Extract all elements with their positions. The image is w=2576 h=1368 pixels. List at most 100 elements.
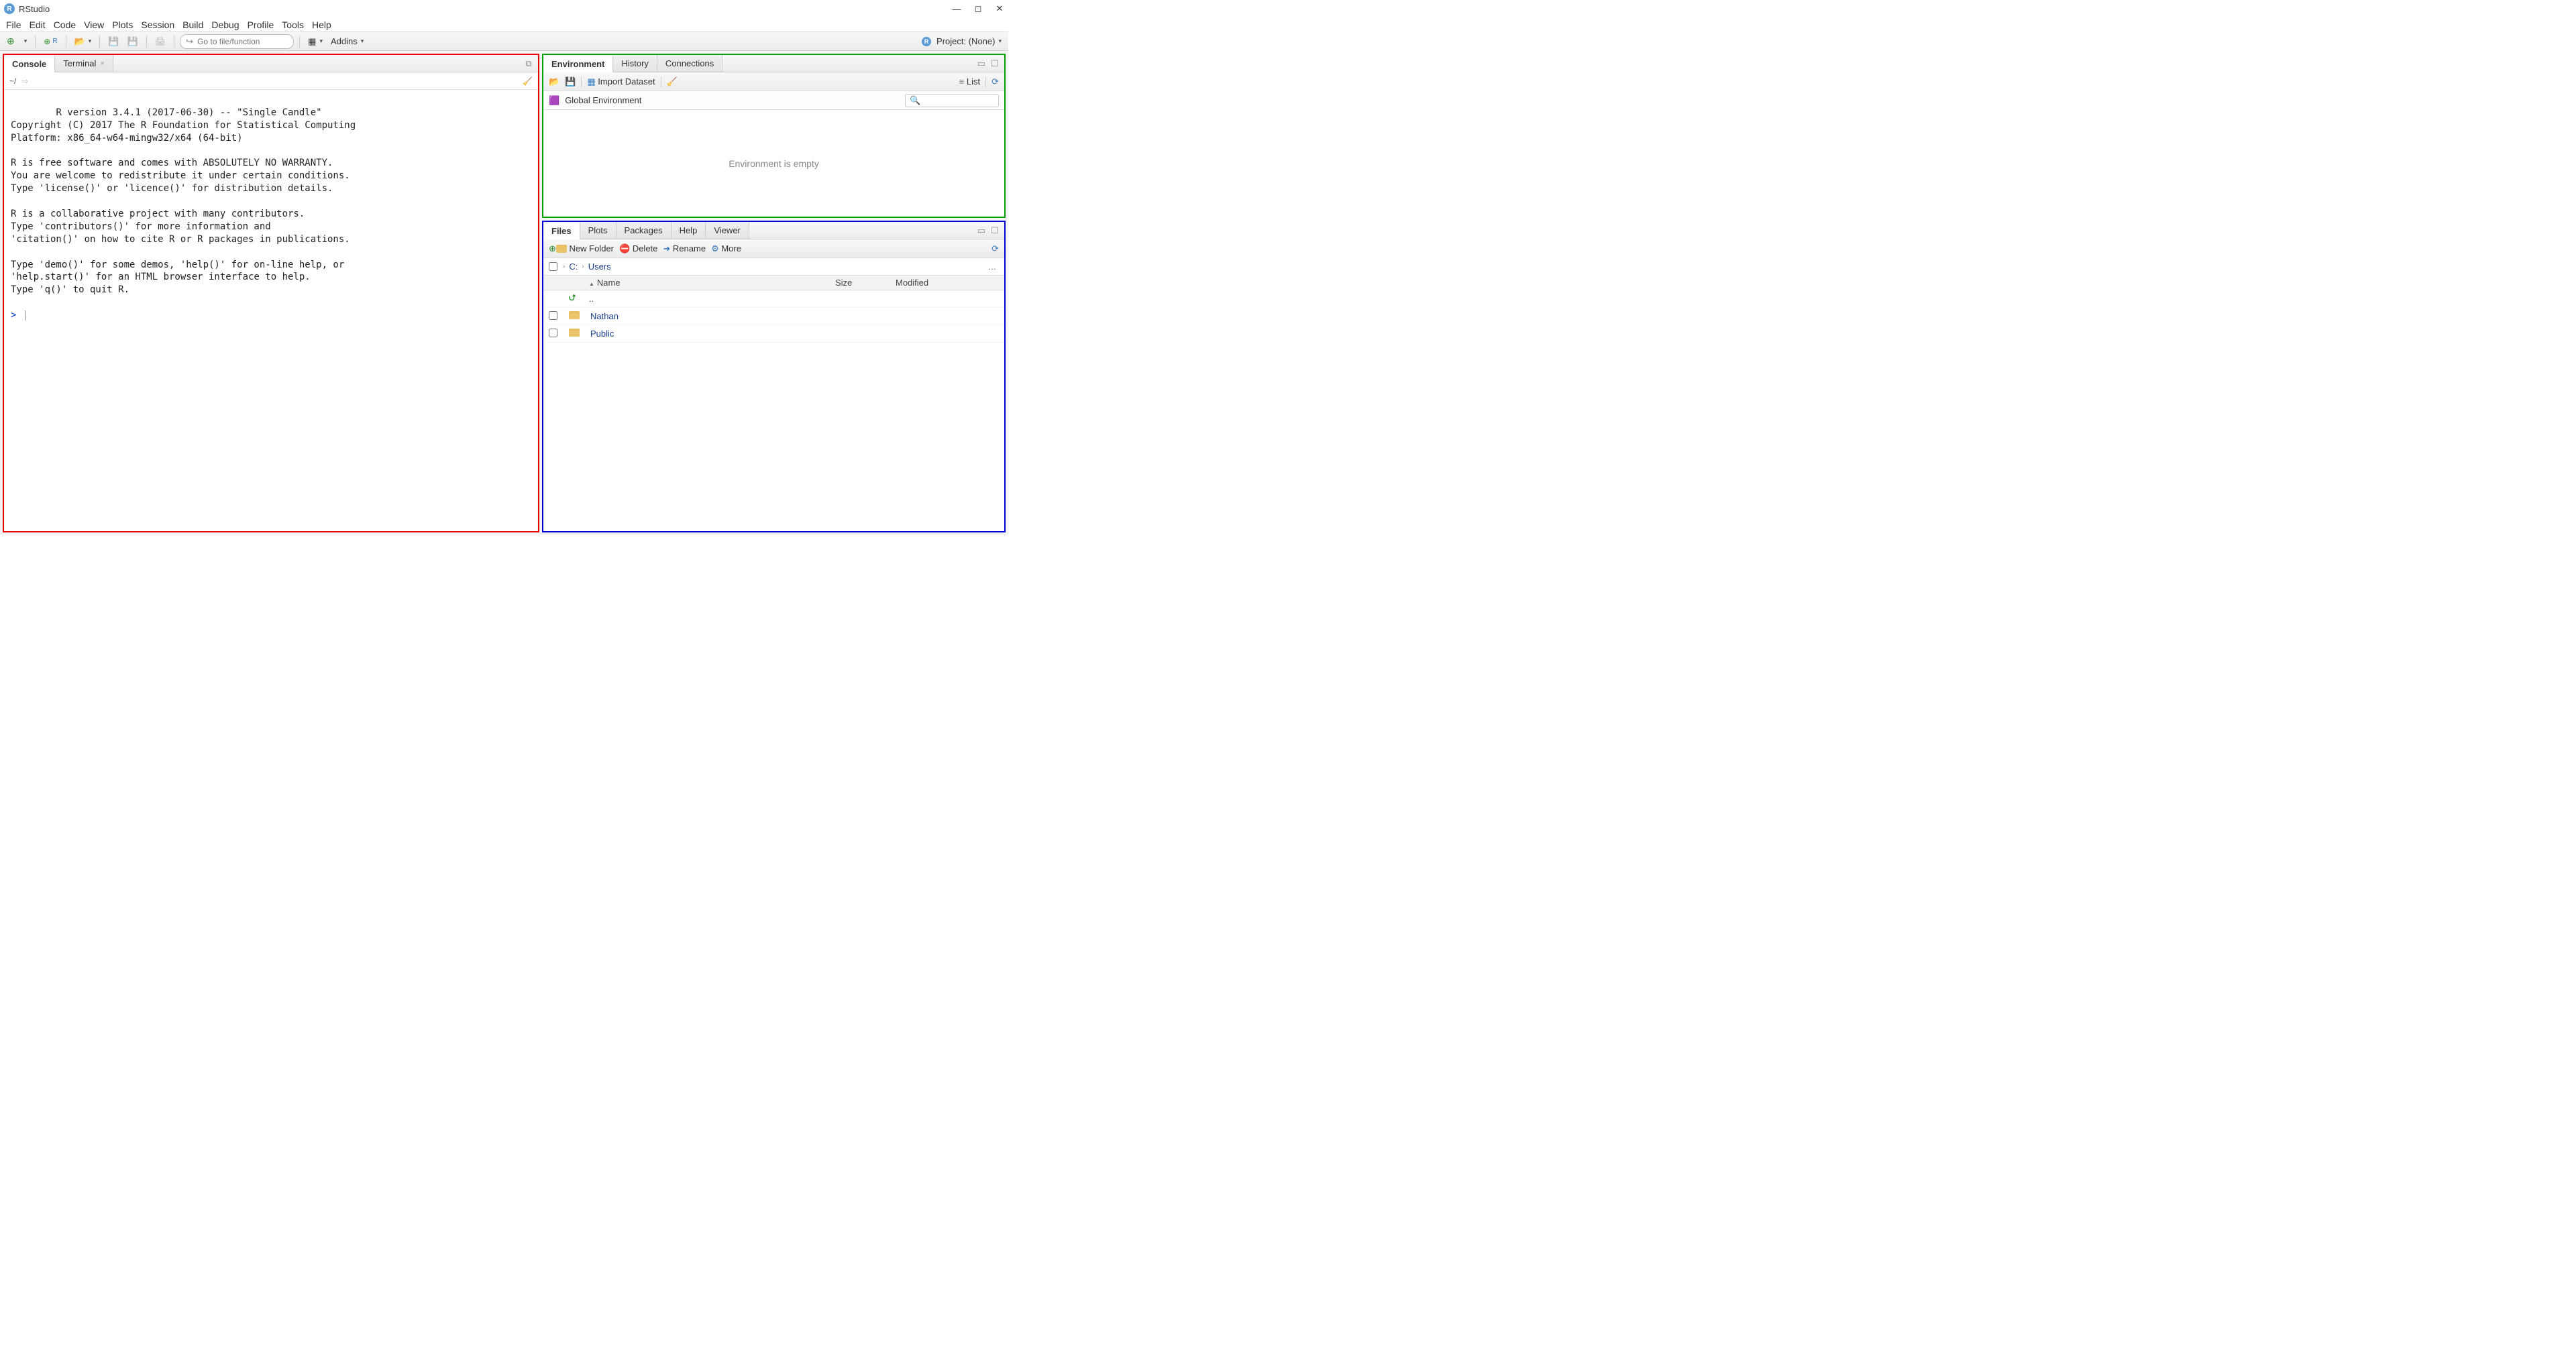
- environment-search-input[interactable]: [920, 96, 994, 105]
- breadcrumb-root[interactable]: C:: [569, 262, 578, 272]
- goto-file-function[interactable]: ↪: [180, 34, 294, 49]
- rename-label: Rename: [673, 243, 706, 253]
- save-all-button[interactable]: 💾: [124, 35, 140, 48]
- environment-scope-bar: 🟪 Global Environment 🔍: [543, 91, 1004, 110]
- save-workspace-icon[interactable]: 💾: [565, 76, 576, 87]
- files-toolbar: ⊕ New Folder ⛔ Delete ➜ Rename ⚙ More ⟳: [543, 239, 1004, 258]
- breadcrumb-item[interactable]: Users: [588, 262, 611, 272]
- environment-scope[interactable]: Global Environment: [565, 95, 641, 105]
- files-up-row[interactable]: ⮍ ..: [543, 290, 1004, 308]
- console-output[interactable]: R version 3.4.1 (2017-06-30) -- "Single …: [4, 90, 538, 531]
- row-checkbox[interactable]: [549, 329, 557, 337]
- refresh-files-icon[interactable]: ⟳: [991, 243, 999, 254]
- import-dataset-button[interactable]: ▦ Import Dataset: [587, 76, 655, 87]
- tab-history[interactable]: History: [613, 55, 657, 72]
- clear-console-icon[interactable]: 🧹: [523, 76, 533, 86]
- more-button[interactable]: ⚙ More: [711, 243, 741, 254]
- goto-input[interactable]: [197, 37, 288, 46]
- addins-button[interactable]: Addins: [328, 35, 366, 48]
- tab-plots[interactable]: Plots: [580, 222, 616, 239]
- menu-build[interactable]: Build: [179, 19, 207, 30]
- tab-connections[interactable]: Connections: [657, 55, 722, 72]
- tab-console-label: Console: [12, 59, 46, 69]
- menu-session[interactable]: Session: [138, 19, 178, 30]
- new-folder-button[interactable]: ⊕ New Folder: [549, 243, 614, 254]
- files-tabs: Files Plots Packages Help Viewer ▭ ☐: [543, 222, 1004, 239]
- table-row[interactable]: Nathan: [543, 308, 1004, 325]
- tab-plots-label: Plots: [588, 225, 608, 235]
- tab-viewer[interactable]: Viewer: [706, 222, 749, 239]
- environment-search[interactable]: 🔍: [905, 94, 999, 107]
- window-minimize-button[interactable]: —: [952, 4, 961, 13]
- open-file-button[interactable]: 📂: [72, 35, 95, 48]
- menu-code[interactable]: Code: [50, 19, 79, 30]
- new-file-dropdown[interactable]: [20, 35, 30, 48]
- pane-minimize-icon[interactable]: ▭: [976, 58, 987, 69]
- refresh-icon[interactable]: ⟳: [991, 76, 999, 87]
- table-row[interactable]: Public: [543, 325, 1004, 343]
- more-label: More: [721, 243, 741, 253]
- tab-environment-label: Environment: [551, 59, 604, 69]
- tab-console[interactable]: Console: [4, 56, 55, 72]
- delete-icon: ⛔: [619, 243, 630, 253]
- console-pane: Console Terminal × ⧉ ~/ ⇨ 🧹 R version 3.…: [3, 54, 539, 532]
- clear-objects-icon[interactable]: 🧹: [667, 76, 678, 87]
- pane-maximize-icon[interactable]: ☐: [989, 225, 1000, 236]
- new-file-button[interactable]: ⊕: [4, 35, 17, 48]
- menu-profile[interactable]: Profile: [244, 19, 278, 30]
- pane-maximize-icon[interactable]: ☐: [989, 58, 1000, 69]
- tab-terminal[interactable]: Terminal ×: [55, 55, 113, 72]
- tab-packages[interactable]: Packages: [616, 222, 672, 239]
- path-more-button[interactable]: …: [988, 262, 999, 272]
- menu-file[interactable]: File: [3, 19, 25, 30]
- addins-label: Addins: [331, 36, 358, 46]
- delete-button[interactable]: ⛔ Delete: [619, 243, 657, 254]
- print-button[interactable]: 🖨: [152, 35, 169, 48]
- col-name[interactable]: Name: [584, 278, 830, 288]
- up-arrow-icon: ⮍: [569, 292, 576, 302]
- search-icon: 🔍: [910, 95, 920, 106]
- console-subbar: ~/ ⇨ 🧹: [4, 72, 538, 90]
- main-toolbar: ⊕ ⊕R 📂 💾 💾 🖨 ↪ ▦ Addins R Project: (None…: [0, 32, 1008, 51]
- new-folder-label: New Folder: [570, 243, 614, 253]
- window-titlebar: R RStudio — ◻ ✕: [0, 0, 1008, 17]
- pane-minimize-icon[interactable]: ▭: [976, 225, 987, 236]
- import-dataset-label: Import Dataset: [598, 76, 655, 87]
- tab-files[interactable]: Files: [543, 223, 580, 239]
- load-workspace-icon[interactable]: 📂: [549, 76, 559, 87]
- col-name-label: Name: [597, 278, 621, 288]
- tab-environment[interactable]: Environment: [543, 56, 613, 72]
- console-path-arrow-icon[interactable]: ⇨: [21, 76, 28, 86]
- view-mode-button[interactable]: ≡ List: [959, 76, 980, 87]
- console-path: ~/: [9, 76, 16, 86]
- window-maximize-button[interactable]: ◻: [973, 4, 983, 13]
- new-folder-icon: ⊕: [549, 243, 567, 253]
- folder-icon: [569, 329, 580, 337]
- menu-tools[interactable]: Tools: [278, 19, 307, 30]
- environment-empty: Environment is empty: [543, 110, 1004, 217]
- rename-button[interactable]: ➜ Rename: [663, 243, 706, 254]
- row-checkbox[interactable]: [549, 311, 557, 320]
- menu-edit[interactable]: Edit: [26, 19, 49, 30]
- menu-plots[interactable]: Plots: [109, 19, 136, 30]
- file-name: Nathan: [590, 311, 619, 321]
- menu-view[interactable]: View: [80, 19, 107, 30]
- col-modified[interactable]: Modified: [890, 278, 1004, 288]
- pane-popout-icon[interactable]: ⧉: [523, 58, 534, 69]
- tab-terminal-label: Terminal: [63, 58, 96, 68]
- menu-help[interactable]: Help: [309, 19, 335, 30]
- tab-help[interactable]: Help: [672, 222, 706, 239]
- save-button[interactable]: 💾: [105, 35, 121, 48]
- col-size[interactable]: Size: [830, 278, 890, 288]
- new-project-button[interactable]: ⊕R: [41, 35, 60, 48]
- view-mode-label: List: [967, 76, 980, 87]
- window-close-button[interactable]: ✕: [995, 4, 1004, 13]
- close-icon[interactable]: ×: [100, 60, 104, 68]
- tab-viewer-label: Viewer: [714, 225, 741, 235]
- menu-debug[interactable]: Debug: [208, 19, 242, 30]
- select-all-checkbox[interactable]: [549, 262, 557, 271]
- grid-view-button[interactable]: ▦: [305, 35, 325, 48]
- delete-label: Delete: [633, 243, 658, 253]
- project-menu[interactable]: Project: (None): [934, 35, 1004, 48]
- chevron-right-icon: ›: [582, 263, 584, 270]
